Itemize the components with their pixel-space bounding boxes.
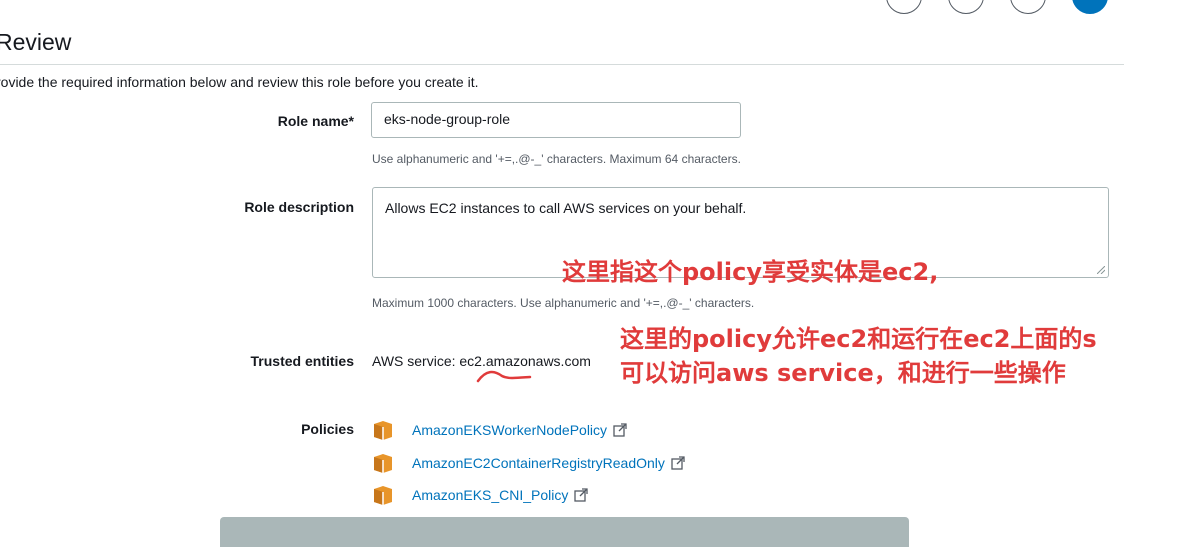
role-description-label: Role description [244, 199, 354, 215]
external-link-icon[interactable] [671, 456, 685, 470]
annotation-note-2-line-1: 这里的policy允许ec2和运行在ec2上面的s [620, 325, 1097, 353]
wizard-step-2[interactable] [948, 0, 984, 14]
annotation-underline-mark [476, 370, 532, 383]
external-link-icon[interactable] [574, 488, 589, 502]
wizard-step-3[interactable] [1010, 0, 1046, 14]
trusted-entities-label: Trusted entities [250, 353, 354, 369]
bottom-panel [220, 517, 909, 547]
policy-link-eks-worker-node[interactable]: AmazonEKSWorkerNodePolicy [412, 422, 607, 438]
role-description-hint: Maximum 1000 characters. Use alphanumeri… [372, 296, 755, 310]
annotation-note-2-line-2: 可以访问aws service，和进行一些操作 [620, 359, 1066, 387]
role-name-input[interactable]: eks-node-group-role [371, 102, 741, 138]
page-title: Review [0, 29, 72, 55]
page-intro: rovide the required information below an… [0, 74, 479, 90]
policy-box-icon [374, 421, 392, 440]
title-divider [0, 64, 1124, 65]
wizard-step-1[interactable] [886, 0, 922, 14]
policy-box-icon [374, 454, 392, 473]
policy-link-ec2-container-registry[interactable]: AmazonEC2ContainerRegistryReadOnly [412, 455, 665, 471]
external-link-icon[interactable] [613, 423, 627, 437]
policies-label: Policies [301, 421, 354, 437]
role-name-hint: Use alphanumeric and '+=,.@-_' character… [372, 152, 741, 166]
annotation-note-1: 这里指这个policy享受实体是ec2, [562, 258, 939, 286]
resize-handle-icon[interactable] [1097, 266, 1105, 274]
role-name-label: Role name* [277, 113, 354, 129]
role-description-value: Allows EC2 instances to call AWS service… [385, 200, 747, 216]
policy-box-icon [374, 486, 392, 505]
policy-row: AmazonEKSWorkerNodePolicy [372, 418, 627, 442]
policy-row: AmazonEC2ContainerRegistryReadOnly [372, 451, 685, 475]
wizard-step-4-current[interactable] [1072, 0, 1108, 14]
policy-link-eks-cni[interactable]: AmazonEKS_CNI_Policy [412, 487, 568, 503]
policy-row: AmazonEKS_CNI_Policy [372, 483, 589, 507]
